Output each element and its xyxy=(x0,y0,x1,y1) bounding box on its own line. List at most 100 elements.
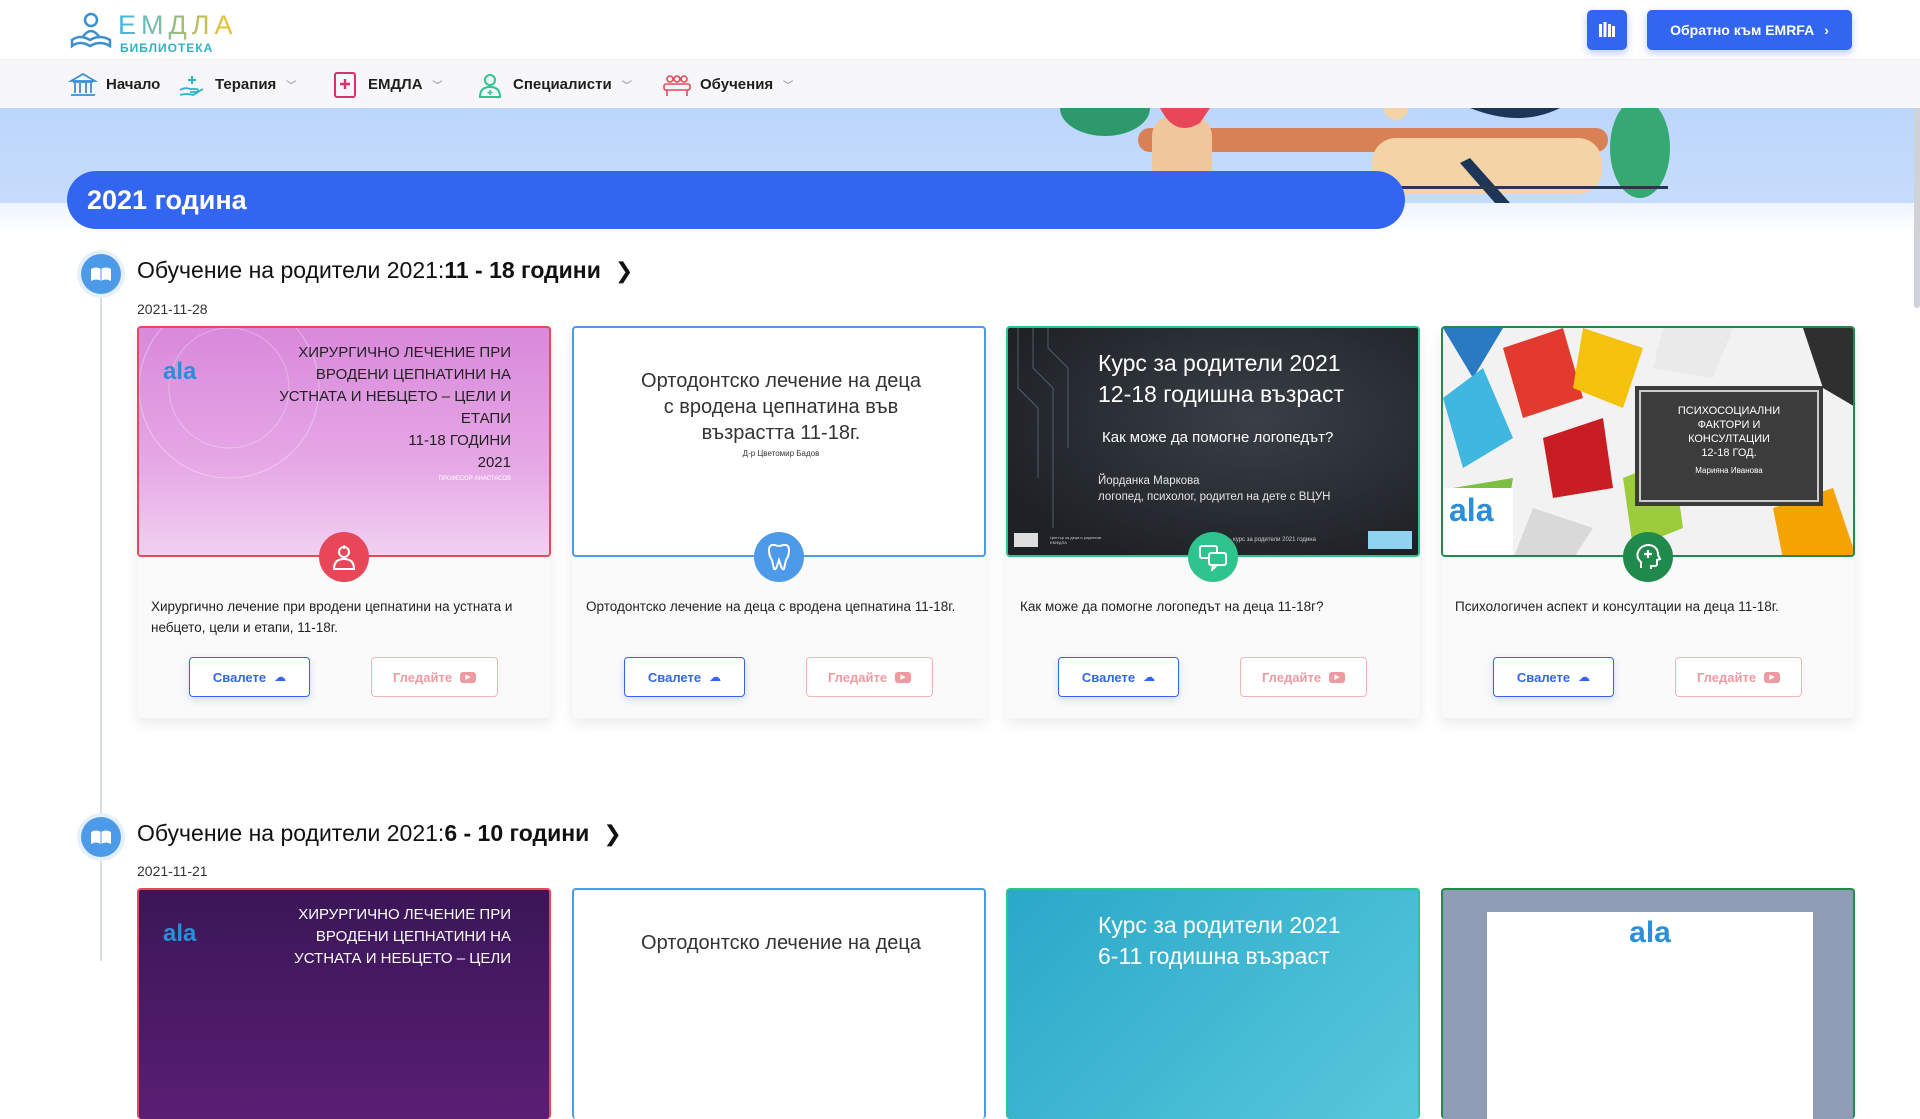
slide-text: ХИРУРГИЧНО ЛЕЧЕНИЕ ПРИ ВРОДЕНИ ЦЕПНАТИНИ… xyxy=(271,904,511,970)
nav-item-therapy[interactable]: Терапия ﹀ xyxy=(177,60,296,109)
card-title: Как може да помогне логопедът на деца 11… xyxy=(1020,599,1324,614)
timeline-line xyxy=(100,290,102,961)
watch-button[interactable]: Гледайте ▶ xyxy=(806,657,933,697)
footer-logo xyxy=(1014,533,1038,547)
bank-icon xyxy=(68,72,98,96)
slide-text: Ортодонтско лечение на деца с вродена це… xyxy=(594,368,968,462)
card-thumbnail[interactable]: ПСИХОСОЦИАЛНИ ФАКТОРИ И КОНСУЛТАЦИИ 12-1… xyxy=(1441,326,1855,557)
group-icon xyxy=(663,74,691,96)
card-thumbnail[interactable]: ala ХИРУРГИЧНО ЛЕЧЕНИЕ ПРИ ВРОДЕНИ ЦЕПНА… xyxy=(137,888,551,1119)
download-button[interactable]: Свалете ☁ xyxy=(189,657,310,697)
chevron-down-icon: ﹀ xyxy=(286,81,297,92)
cloud-download-icon: ☁ xyxy=(274,670,287,684)
slide-textbox: ПСИХОСОЦИАЛНИ ФАКТОРИ И КОНСУЛТАЦИИ 12-1… xyxy=(1635,386,1823,506)
video-card: Курс за родители 2021 12-18 годишна възр… xyxy=(1006,326,1420,718)
watch-button[interactable]: Гледайте ▶ xyxy=(371,657,498,697)
nav-item-home[interactable]: Начало xyxy=(68,60,160,109)
slide-line: Курс за родители 2021 xyxy=(1098,912,1341,938)
hand-heart-icon xyxy=(179,75,204,96)
chevron-down-icon: ﹀ xyxy=(621,81,632,92)
cloud-download-icon: ☁ xyxy=(1143,670,1156,684)
watch-button[interactable]: Гледайте ▶ xyxy=(1240,657,1367,697)
card-thumbnail[interactable]: Ортодонтско лечение на деца с вродена це… xyxy=(572,326,986,557)
open-book-icon xyxy=(70,12,112,49)
section-title-prefix: Обучение на родители 2021: xyxy=(137,820,445,846)
section-title[interactable]: Обучение на родители 2021: 6 - 10 години… xyxy=(137,820,622,847)
nav-item-emdla[interactable]: ЕМДЛА ﹀ xyxy=(330,60,443,109)
books-icon xyxy=(1599,22,1615,37)
slide-line: възрастта 11-18г. xyxy=(701,422,861,444)
section-title-age: 11 - 18 години xyxy=(444,257,601,283)
slide-text: ХИРУРГИЧНО ЛЕЧЕНИЕ ПРИ ВРОДЕНИ ЦЕПНАТИНИ… xyxy=(271,342,511,484)
card-title: Хирургично лечение при вродени цепнатини… xyxy=(151,599,513,635)
nav-item-specialists[interactable]: Специалисти ﹀ xyxy=(475,60,632,109)
cloud-download-icon: ☁ xyxy=(709,670,722,684)
slide-line: УСТНАТА И НЕБЦЕТО – ЦЕЛИ xyxy=(294,950,511,967)
main-nav: Начало Терапия ﹀ ЕМДЛА ﹀ Специалисти ﹀ О… xyxy=(0,59,1920,108)
card-thumbnail[interactable]: Ортодонтско лечение на деца xyxy=(572,888,986,1119)
slide-line: 2021 xyxy=(477,454,511,471)
logo-title: ЕМДЛА xyxy=(118,10,238,40)
section-title[interactable]: Обучение на родители 2021: 11 - 18 годин… xyxy=(137,257,633,284)
button-label: Свалете xyxy=(647,669,702,685)
logo-subtitle: БИБЛИОТЕКА xyxy=(120,41,214,55)
card-title: Психологичен аспект и консултации на дец… xyxy=(1455,599,1779,614)
download-button[interactable]: Свалете ☁ xyxy=(1493,657,1614,697)
library-button[interactable] xyxy=(1587,10,1627,50)
slide-line: Курс за родители 2021 xyxy=(1098,350,1341,376)
slide-line: УСТНАТА И НЕБЦЕТО – ЦЕЛИ И xyxy=(279,388,511,405)
section-title-prefix: Обучение на родители 2021: xyxy=(137,257,445,283)
emdla-logo[interactable]: ЕМДЛА БИБЛИОТЕКА xyxy=(68,8,248,55)
card-thumbnail[interactable]: Курс за родители 2021 12-18 годишна възр… xyxy=(1006,326,1420,557)
card-title: Ортодонтско лечение на деца с вродена це… xyxy=(586,599,956,614)
youtube-icon: ▶ xyxy=(895,671,912,683)
medical-book-icon xyxy=(334,71,356,98)
video-card: ala ХИРУРГИЧНО ЛЕЧЕНИЕ ПРИ ВРОДЕНИ ЦЕПНА… xyxy=(137,326,551,718)
nav-label: Терапия xyxy=(215,76,277,93)
nav-label: Специалисти xyxy=(513,76,612,93)
card-thumbnail[interactable]: ala xyxy=(1441,888,1855,1119)
page-scrollbar[interactable] xyxy=(1914,108,1920,308)
nav-label: ЕМДЛА xyxy=(368,76,423,93)
video-card: ПСИХОСОЦИАЛНИ ФАКТОРИ И КОНСУЛТАЦИИ 12-1… xyxy=(1441,326,1855,718)
cloud-download-icon: ☁ xyxy=(1578,670,1591,684)
timeline-book-icon xyxy=(81,254,121,294)
back-to-emrfa-button[interactable]: Обратно към EMRFA › xyxy=(1647,10,1852,50)
ala-logo: ala xyxy=(163,358,197,385)
chevron-down-icon: ﹀ xyxy=(432,81,443,92)
slide-text: Ортодонтско лечение на деца xyxy=(594,930,968,956)
slide-author: Марияна Иванова xyxy=(1695,466,1763,475)
video-card: Ортодонтско лечение на деца xyxy=(572,888,986,1119)
slide-line: ВРОДЕНИ ЦЕПНАТИНИ НА xyxy=(315,928,511,945)
doctor-icon xyxy=(478,73,502,98)
button-label: Гледайте xyxy=(392,669,453,685)
year-title: 2021 година xyxy=(87,184,247,215)
slide-text: Курс за родители 2021 12-18 годишна възр… xyxy=(1098,348,1344,505)
button-label: Свалете xyxy=(1081,669,1136,685)
slide-author: Йорданка Маркова xyxy=(1098,475,1200,487)
chevron-right-icon[interactable]: ❯ xyxy=(603,821,621,847)
download-button[interactable]: Свалете ☁ xyxy=(624,657,745,697)
youtube-icon: ▶ xyxy=(1329,671,1346,683)
card-thumbnail[interactable]: ala ХИРУРГИЧНО ЛЕЧЕНИЕ ПРИ ВРОДЕНИ ЦЕПНА… xyxy=(137,326,551,557)
slide-line: ФАКТОРИ И xyxy=(1697,419,1761,431)
watch-button[interactable]: Гледайте ▶ xyxy=(1675,657,1802,697)
nav-label: Обучения xyxy=(700,76,774,93)
slide-line: с вродена цепнатина във xyxy=(663,396,899,418)
card-thumbnail[interactable]: Курс за родители 2021 6-11 годишна възра… xyxy=(1006,888,1420,1119)
button-label: Свалете xyxy=(212,669,267,685)
chevron-right-icon[interactable]: ❯ xyxy=(615,258,633,284)
slide-line: ВРОДЕНИ ЦЕПНАТИНИ НА xyxy=(315,366,511,383)
button-label: Свалете xyxy=(1516,669,1571,685)
download-button[interactable]: Свалете ☁ xyxy=(1058,657,1179,697)
chevron-right-icon: › xyxy=(1824,22,1829,38)
slide-line: Ортодонтско лечение на деца xyxy=(641,932,921,954)
ala-logo: ala xyxy=(1629,916,1671,949)
youtube-icon: ▶ xyxy=(1764,671,1781,683)
top-header: ЕМДЛА БИБЛИОТЕКА Обратно към EMRFA › xyxy=(0,0,1920,59)
doctor-icon xyxy=(319,532,369,582)
slide-line: 11-18 ГОДИНИ xyxy=(408,432,511,449)
slide-line: 12-18 ГОД. xyxy=(1701,447,1757,459)
slide-line: КОНСУЛТАЦИИ xyxy=(1688,433,1770,445)
nav-item-trainings[interactable]: Обучения ﹀ xyxy=(662,60,793,109)
